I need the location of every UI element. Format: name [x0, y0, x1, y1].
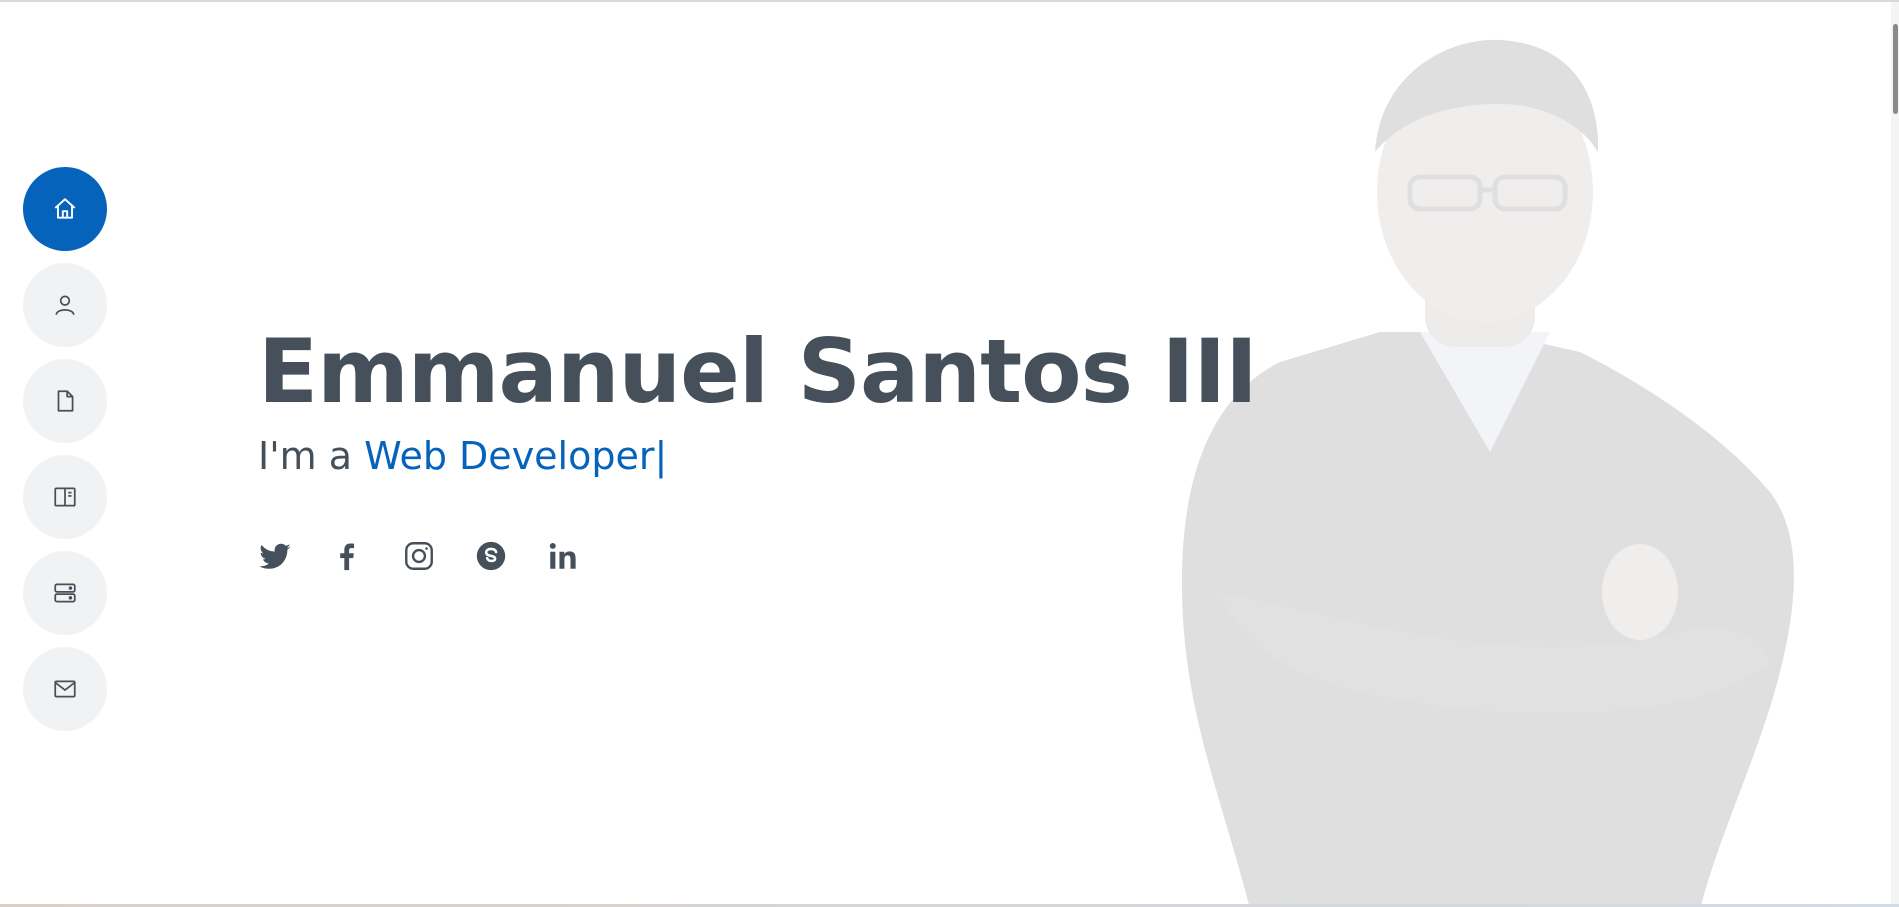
hero-text: Emmanuel Santos III I'm a Web Developer|: [258, 317, 1258, 481]
nav-portfolio-button[interactable]: [23, 455, 107, 539]
nav-resume-button[interactable]: [23, 359, 107, 443]
hero-tagline: I'm a Web Developer|: [258, 431, 1257, 481]
nav-services-button[interactable]: [23, 551, 107, 635]
skype-icon: [476, 541, 506, 571]
home-icon: [54, 198, 76, 219]
envelope-icon: [54, 680, 76, 698]
social-links: [258, 539, 580, 573]
instagram-link[interactable]: [402, 539, 436, 573]
hero-name: Emmanuel Santos III: [258, 320, 1258, 423]
hero-section: Emmanuel Santos III I'm a Web Developer|: [0, 0, 1899, 907]
person-icon: [55, 295, 75, 316]
nav-about-button[interactable]: [23, 263, 107, 347]
facebook-link[interactable]: [330, 539, 364, 573]
book-half-icon: [54, 487, 76, 507]
facebook-icon: [340, 543, 355, 571]
nav-home-button[interactable]: [23, 167, 107, 251]
linkedin-link[interactable]: [546, 539, 580, 573]
twitter-link[interactable]: [258, 539, 292, 573]
twitter-icon: [259, 543, 291, 569]
hero-intro: I'm a: [258, 434, 365, 478]
linkedin-icon: [549, 542, 576, 569]
side-navigation: [23, 167, 107, 731]
instagram-icon: [405, 542, 433, 570]
hero-role-typed: Web Developer: [364, 434, 655, 478]
scrollbar[interactable]: [1891, 2, 1899, 907]
profile-portrait: [1181, 39, 1794, 907]
server-icon: [54, 583, 76, 603]
nav-contact-button[interactable]: [23, 647, 107, 731]
skype-link[interactable]: [474, 539, 508, 573]
scrollbar-thumb[interactable]: [1893, 24, 1898, 114]
file-icon: [57, 390, 74, 412]
typing-cursor: |: [654, 434, 668, 478]
